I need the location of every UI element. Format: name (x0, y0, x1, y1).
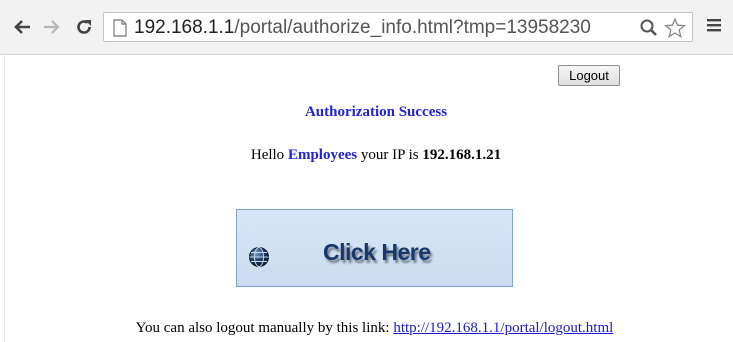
url-host: 192.168.1.1 (134, 17, 235, 38)
ip-address: 192.168.1.21 (422, 147, 502, 163)
star-icon[interactable] (664, 17, 686, 39)
manual-logout-line: You can also logout manually by this lin… (0, 320, 733, 337)
zoom-icon[interactable] (639, 18, 659, 38)
user-group: Employees (287, 147, 358, 163)
ip-prefix: your IP is (360, 147, 419, 163)
logout-button[interactable]: Logout (558, 65, 620, 86)
greeting-prefix: Hello (250, 147, 285, 163)
browser-toolbar: 192.168.1.1/portal/authorize_info.html?t… (0, 0, 733, 55)
url-text[interactable]: 192.168.1.1/portal/authorize_info.html?t… (134, 17, 614, 39)
address-bar[interactable]: 192.168.1.1/portal/authorize_info.html?t… (103, 12, 693, 42)
viewport-edge (4, 54, 5, 342)
globe-icon (249, 247, 269, 267)
back-arrow-icon (14, 20, 30, 34)
click-here-button[interactable]: Click Here (236, 209, 513, 287)
page-icon (113, 19, 127, 37)
authorization-status: Authorization Success (304, 104, 448, 120)
manual-logout-text: You can also logout manually by this lin… (135, 320, 390, 336)
logout-link[interactable]: http://192.168.1.1/portal/logout.html (393, 320, 613, 336)
greeting-line: Hello Employees your IP is 192.168.1.21 (0, 147, 733, 164)
reload-icon (77, 20, 91, 34)
reload-button[interactable] (72, 14, 96, 40)
url-path: /portal/authorize_info.html?tmp=13958230 (234, 17, 591, 38)
hamburger-menu-icon[interactable] (707, 18, 721, 32)
back-button[interactable] (10, 14, 34, 40)
forward-button[interactable] (40, 14, 64, 40)
forward-arrow-icon (44, 20, 60, 34)
click-here-label: Click Here (323, 239, 431, 265)
